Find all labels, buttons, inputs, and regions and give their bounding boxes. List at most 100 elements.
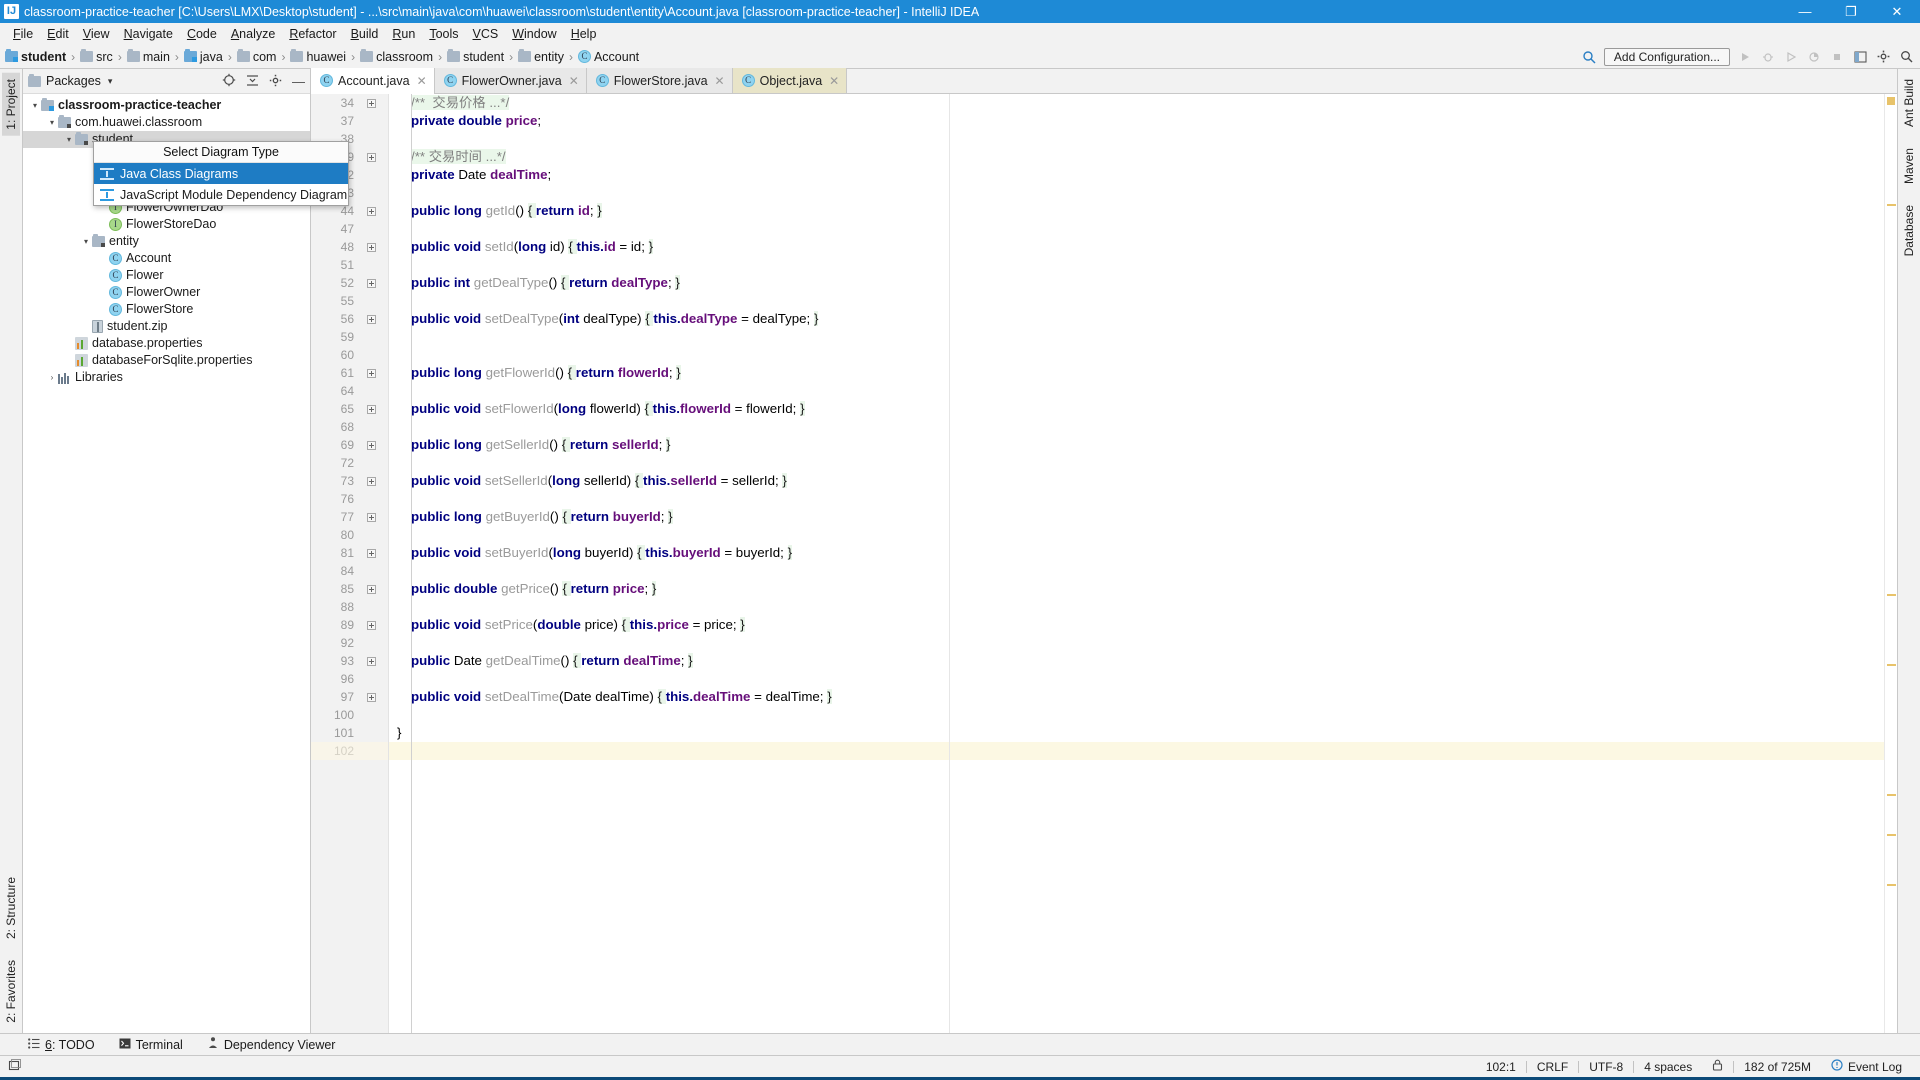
event-log-button[interactable]: Event Log: [1821, 1059, 1912, 1074]
fold-toggle-icon[interactable]: [367, 657, 376, 666]
menu-analyze[interactable]: Analyze: [224, 25, 282, 43]
gutter-line[interactable]: 55: [311, 292, 388, 310]
close-icon[interactable]: ✕: [829, 74, 839, 88]
breadcrumb-item-main[interactable]: main: [126, 49, 171, 64]
fold-toggle-icon[interactable]: [367, 477, 376, 486]
gutter-line[interactable]: 102: [311, 742, 388, 760]
fold-toggle-icon[interactable]: [367, 549, 376, 558]
fold-toggle-icon[interactable]: [367, 243, 376, 252]
breadcrumb-item-account[interactable]: C Account: [577, 50, 640, 64]
indent-setting[interactable]: 4 spaces: [1634, 1060, 1702, 1074]
menu-code[interactable]: Code: [180, 25, 224, 43]
tool-window-ant-build[interactable]: Ant Build: [1900, 73, 1918, 133]
fold-toggle-icon[interactable]: [367, 153, 376, 162]
tree-node-account[interactable]: C Account: [23, 250, 310, 267]
breadcrumb-item-java[interactable]: java: [183, 49, 224, 64]
run-icon[interactable]: [1737, 49, 1753, 65]
tree-twisty-icon[interactable]: ›: [46, 373, 58, 382]
code-line[interactable]: public long getBuyerId() { return buyerI…: [389, 508, 1884, 526]
tree-node-student-zip[interactable]: student.zip: [23, 318, 310, 335]
fold-toggle-icon[interactable]: [367, 207, 376, 216]
menu-file[interactable]: File: [6, 25, 40, 43]
gutter-line[interactable]: 100: [311, 706, 388, 724]
tool-window-database[interactable]: Database: [1900, 199, 1918, 262]
gutter-line[interactable]: 93: [311, 652, 388, 670]
fold-toggle-icon[interactable]: [367, 585, 376, 594]
fold-toggle-icon[interactable]: [367, 99, 376, 108]
minimize-button[interactable]: —: [1782, 0, 1828, 23]
code-line[interactable]: [389, 346, 1884, 364]
menu-refactor[interactable]: Refactor: [282, 25, 343, 43]
gutter-line[interactable]: 52: [311, 274, 388, 292]
line-separator[interactable]: CRLF: [1527, 1060, 1578, 1074]
code-line[interactable]: [389, 328, 1884, 346]
code-line[interactable]: private Date dealTime;: [389, 166, 1884, 184]
memory-indicator[interactable]: 182 of 725M: [1734, 1060, 1821, 1074]
gutter-line[interactable]: 37: [311, 112, 388, 130]
code-line[interactable]: public int getDealType() { return dealTy…: [389, 274, 1884, 292]
fold-toggle-icon[interactable]: [367, 279, 376, 288]
gutter-line[interactable]: 80: [311, 526, 388, 544]
maximize-button[interactable]: ❐: [1828, 0, 1874, 23]
project-view-selector[interactable]: Packages: [46, 74, 101, 88]
inspection-status-icon[interactable]: [1887, 97, 1895, 105]
close-button[interactable]: ✕: [1874, 0, 1920, 23]
code-line[interactable]: [389, 670, 1884, 688]
tool-window-favorites[interactable]: 2: Favorites: [2, 954, 20, 1029]
debug-icon[interactable]: [1760, 49, 1776, 65]
stripe-mark[interactable]: [1887, 664, 1896, 666]
gear-icon[interactable]: [269, 74, 282, 89]
collapse-all-icon[interactable]: [246, 74, 259, 89]
tree-twisty-icon[interactable]: ▾: [63, 135, 75, 144]
code-line[interactable]: public void setBuyerId(long buyerId) { t…: [389, 544, 1884, 562]
run-configuration-selector[interactable]: Add Configuration...: [1603, 47, 1730, 66]
tool-window-maven[interactable]: Maven: [1900, 142, 1918, 190]
stripe-mark[interactable]: [1887, 884, 1896, 886]
gutter-line[interactable]: 61: [311, 364, 388, 382]
code-line[interactable]: [389, 526, 1884, 544]
editor-gutter[interactable]: 3437383942434447485152555659606164656869…: [311, 94, 389, 1033]
toggle-toolbar-icon[interactable]: [8, 1058, 21, 1075]
profiler-icon[interactable]: [1806, 49, 1822, 65]
lock-icon[interactable]: [1702, 1059, 1733, 1074]
code-line[interactable]: public long getFlowerId() { return flowe…: [389, 364, 1884, 382]
code-line[interactable]: [389, 418, 1884, 436]
gutter-line[interactable]: 69: [311, 436, 388, 454]
code-line[interactable]: [389, 634, 1884, 652]
code-line[interactable]: public long getSellerId() { return selle…: [389, 436, 1884, 454]
tree-node-com-huawei-classroom[interactable]: ▾ com.huawei.classroom: [23, 114, 310, 131]
code-line[interactable]: [389, 130, 1884, 148]
gutter-line[interactable]: 68: [311, 418, 388, 436]
gutter-line[interactable]: 77: [311, 508, 388, 526]
fold-toggle-icon[interactable]: [367, 621, 376, 630]
gutter-line[interactable]: 73: [311, 472, 388, 490]
breadcrumb-item-src[interactable]: src: [79, 49, 114, 64]
fold-toggle-icon[interactable]: [367, 315, 376, 324]
code-line[interactable]: public void setDealTime(Date dealTime) {…: [389, 688, 1884, 706]
code-line[interactable]: public Date getDealTime() { return dealT…: [389, 652, 1884, 670]
editor-tab-account-java[interactable]: C Account.java ✕: [311, 68, 435, 94]
menu-edit[interactable]: Edit: [40, 25, 76, 43]
gutter-line[interactable]: 88: [311, 598, 388, 616]
code-line[interactable]: [389, 184, 1884, 202]
chevron-down-icon[interactable]: ▾: [108, 76, 113, 87]
diagram-type-java-class-diagrams[interactable]: Java Class Diagrams: [94, 163, 348, 184]
stop-icon[interactable]: [1829, 49, 1845, 65]
tree-node-flowerstore[interactable]: C FlowerStore: [23, 301, 310, 318]
project-tree[interactable]: ▾ classroom-practice-teacher ▾ com.huawei.c…: [23, 94, 310, 1033]
code-line[interactable]: public void setPrice(double price) { thi…: [389, 616, 1884, 634]
code-line[interactable]: [389, 706, 1884, 724]
gutter-line[interactable]: 85: [311, 580, 388, 598]
code-line[interactable]: public double getPrice() { return price;…: [389, 580, 1884, 598]
code-line[interactable]: [389, 562, 1884, 580]
hide-panel-icon[interactable]: —: [292, 75, 305, 88]
gutter-line[interactable]: 97: [311, 688, 388, 706]
close-icon[interactable]: ✕: [715, 74, 725, 88]
gutter-line[interactable]: 60: [311, 346, 388, 364]
bottom-tool-6--todo[interactable]: 6: TODO: [28, 1038, 95, 1052]
layout-icon[interactable]: [1852, 49, 1868, 65]
encoding[interactable]: UTF-8: [1579, 1060, 1633, 1074]
code-line[interactable]: [389, 490, 1884, 508]
tree-twisty-icon[interactable]: ▾: [80, 237, 92, 246]
tool-window-project[interactable]: 1: Project: [2, 73, 20, 136]
